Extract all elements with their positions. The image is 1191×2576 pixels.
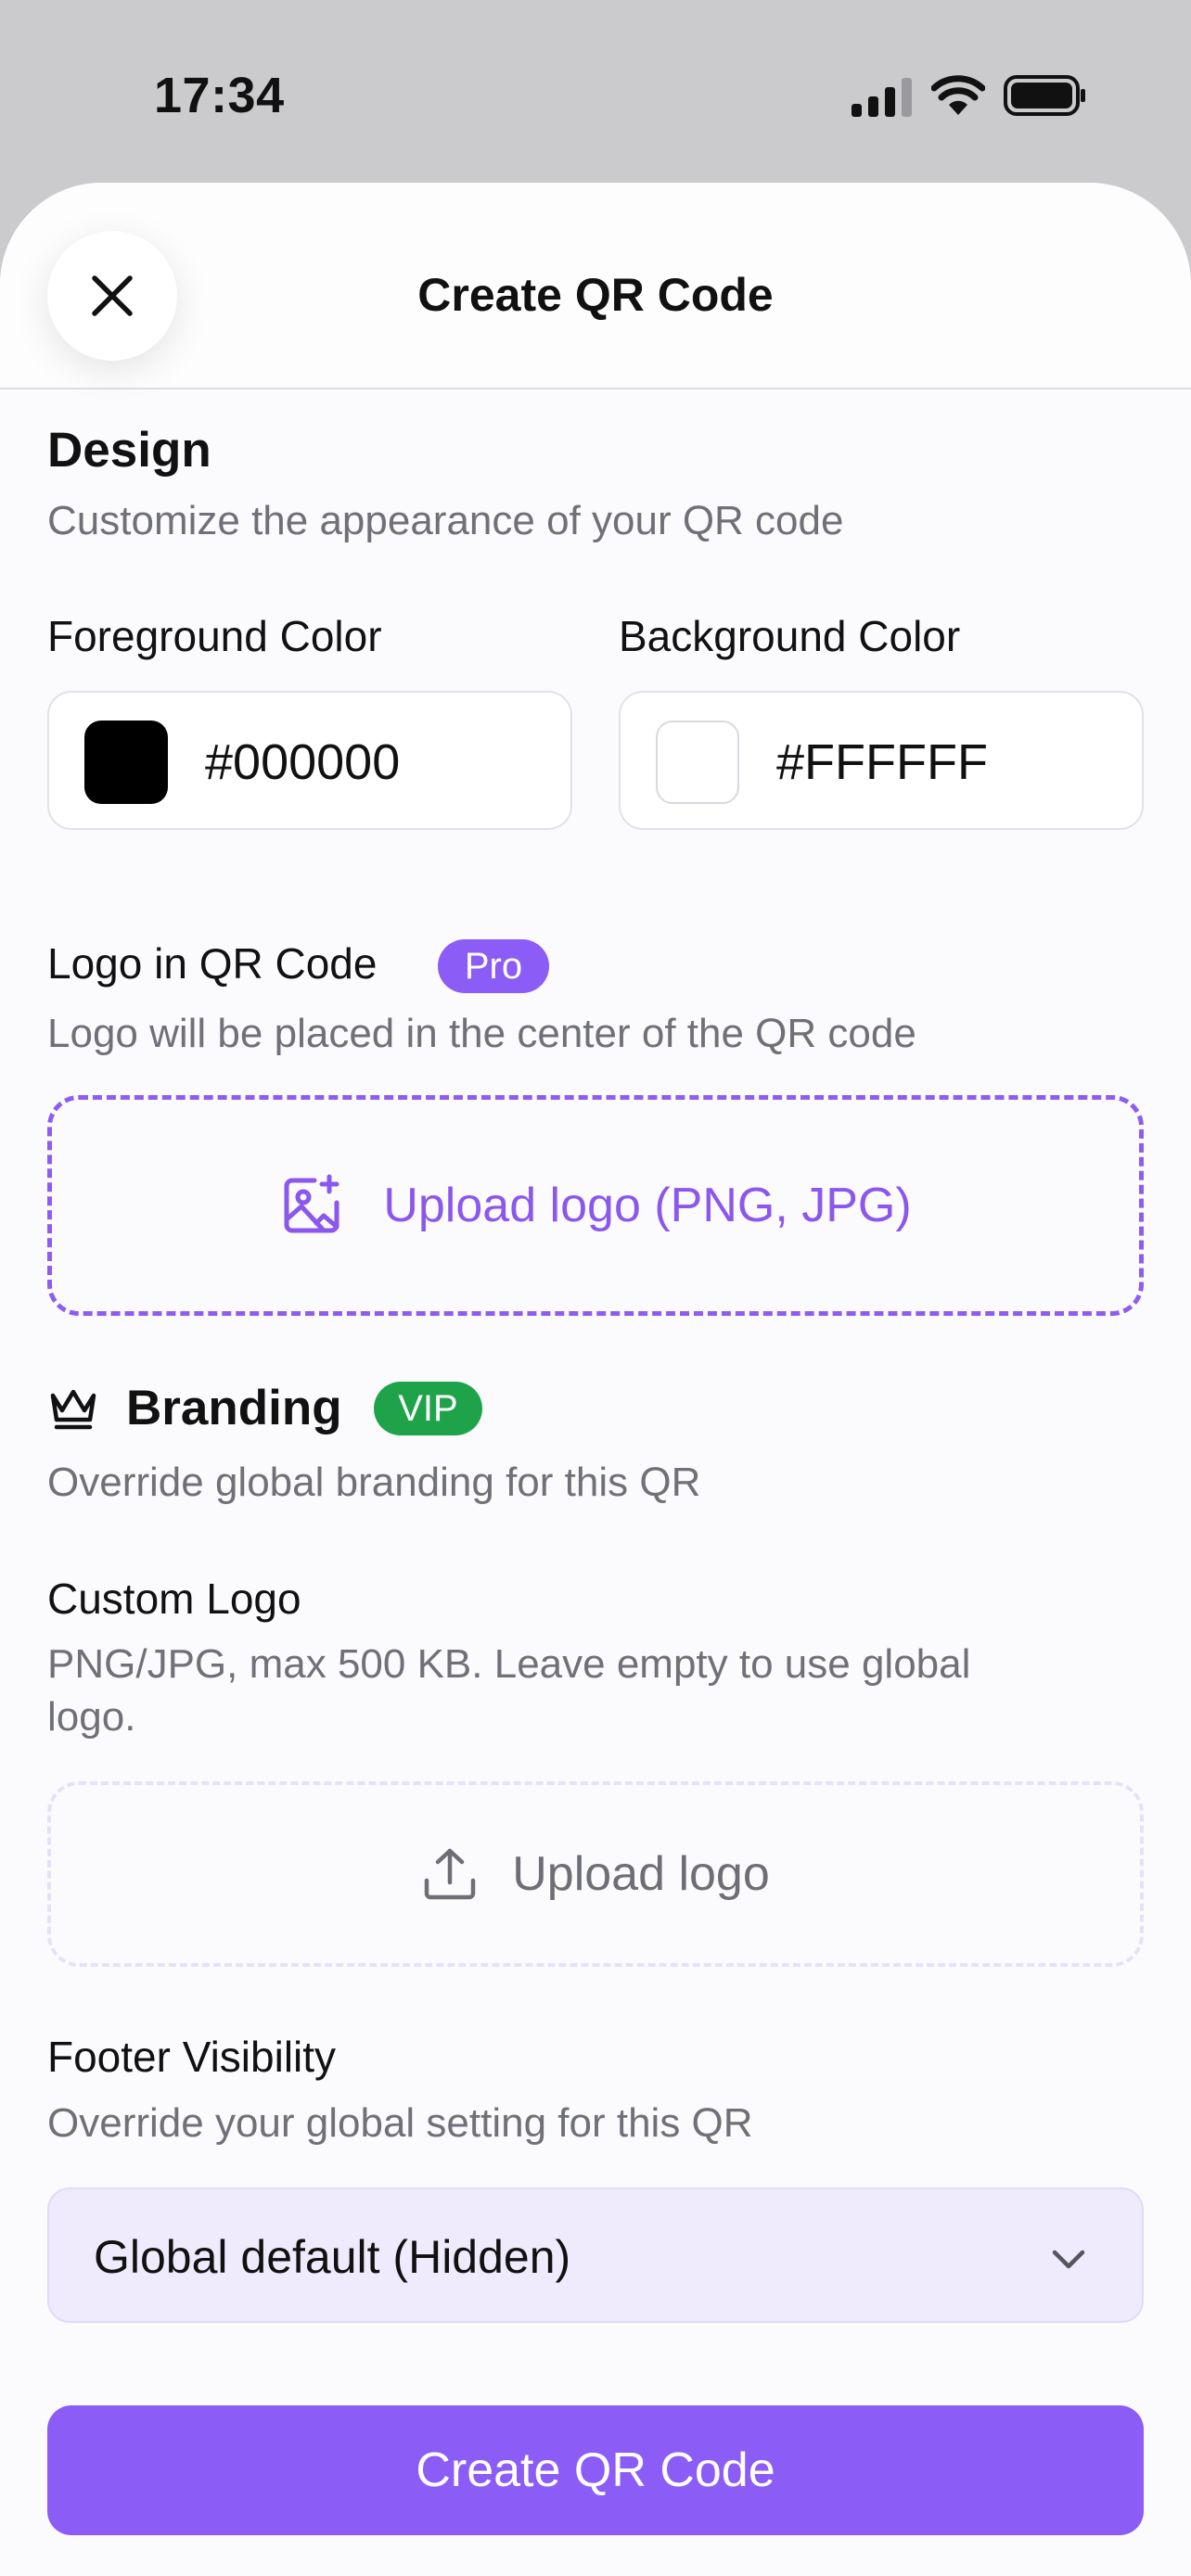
footer-visibility-label: Footer Visibility [47,2033,337,2081]
logo-description: Logo will be placed in the center of the… [47,1011,916,1056]
vip-badge: VIP [374,1382,482,1435]
create-qr-sheet: Create QR Code Design Customize the appe… [0,183,1191,2576]
status-bar: 17:34 [0,0,1191,185]
footer-visibility-selected: Global default (Hidden) [94,2231,571,2283]
custom-logo-help-continued: logo. [47,1694,136,1740]
background-color-picker[interactable]: #FFFFFF [619,691,1144,830]
footer-visibility-description: Override your global setting for this QR [47,2100,753,2146]
background-color-swatch[interactable] [656,721,739,804]
cellular-signal-icon [852,78,912,117]
foreground-color-label: Foreground Color [47,612,382,660]
branding-section-title: Branding [126,1381,342,1435]
foreground-color-picker[interactable]: #000000 [47,691,572,830]
foreground-color-swatch[interactable] [84,721,168,804]
image-plus-icon [284,1174,339,1233]
background-color-label: Background Color [619,612,961,660]
pro-badge: Pro [438,939,549,993]
footer-visibility-select[interactable]: Global default (Hidden) [47,2187,1144,2323]
upload-custom-logo-label: Upload logo [512,1847,770,1901]
background-color-value: #FFFFFF [776,734,988,790]
upload-qr-logo-label: Upload logo (PNG, JPG) [383,1179,912,1232]
page-title: Create QR Code [417,269,774,321]
custom-logo-help: PNG/JPG, max 500 KB. Leave empty to use … [47,1641,971,1687]
design-description: Customize the appearance of your QR code [47,498,844,543]
branding-description: Override global branding for this QR [47,1460,701,1505]
custom-logo-label: Custom Logo [47,1575,301,1623]
battery-icon [1004,75,1085,116]
sheet-header: Create QR Code [0,183,1191,389]
upload-icon [424,1848,476,1900]
design-section-title: Design [47,423,211,478]
crown-icon [50,1389,96,1430]
chevron-down-icon [1052,2250,1085,2269]
upload-custom-logo-dropzone[interactable]: Upload logo [47,1781,1144,1967]
upload-qr-logo-dropzone[interactable]: Upload logo (PNG, JPG) [47,1095,1144,1316]
foreground-color-value: #000000 [205,734,401,790]
logo-section-title: Logo in QR Code [47,939,378,988]
status-time: 17:34 [154,68,285,123]
wifi-icon [931,75,985,115]
create-qr-code-button[interactable]: Create QR Code [47,2405,1144,2535]
